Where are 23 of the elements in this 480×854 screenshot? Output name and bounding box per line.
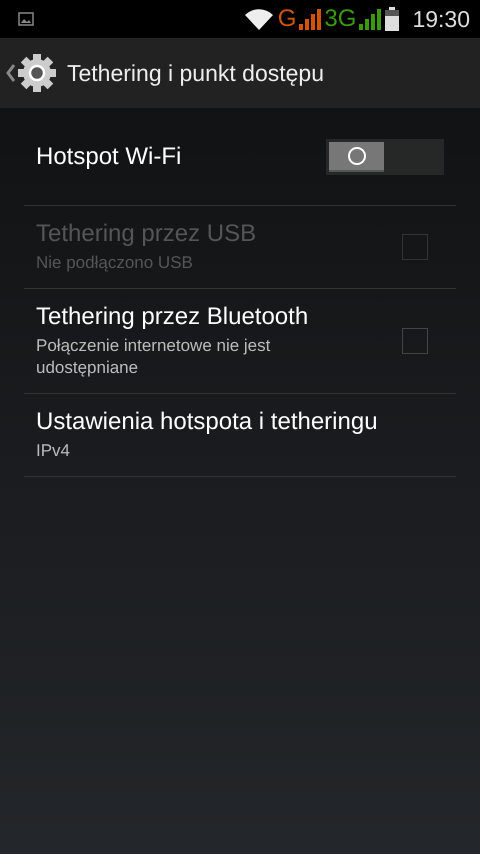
- wifi-icon: [244, 7, 274, 31]
- item-summary: IPv4: [36, 440, 72, 462]
- item-summary: Połączenie internetowe nie jest udostępniane: [36, 335, 272, 380]
- item-title: Hotspot Wi-Fi: [36, 142, 182, 170]
- item-summary: Nie podłączono USB: [36, 252, 194, 274]
- signal-icon: [298, 8, 322, 30]
- toggle-switch[interactable]: [326, 138, 444, 174]
- item-title: Ustawienia hotspota i tetheringu: [36, 408, 379, 436]
- battery-icon: [384, 7, 400, 31]
- signal-icon: [358, 8, 382, 30]
- settings-icon: [17, 53, 57, 93]
- clock: 19:30: [412, 6, 470, 32]
- item-title: Tethering przez USB: [36, 220, 258, 248]
- image-icon: [18, 12, 34, 26]
- settings-item[interactable]: Tethering przez Bluetooth Połączenie internetowe nie jest udostępniane: [24, 289, 456, 394]
- settings-item[interactable]: Hotspot Wi-Fi: [24, 108, 456, 206]
- chevron-icon: [6, 64, 15, 82]
- network-type: G: [278, 5, 296, 33]
- network-type: 3G: [324, 5, 356, 33]
- screen-title: Tethering i punkt dostępu: [67, 60, 324, 86]
- checkbox[interactable]: [402, 328, 428, 354]
- item-title: Tethering przez Bluetooth: [36, 303, 310, 332]
- settings-item[interactable]: Ustawienia hotspota i tetheringu IPv4: [24, 394, 456, 478]
